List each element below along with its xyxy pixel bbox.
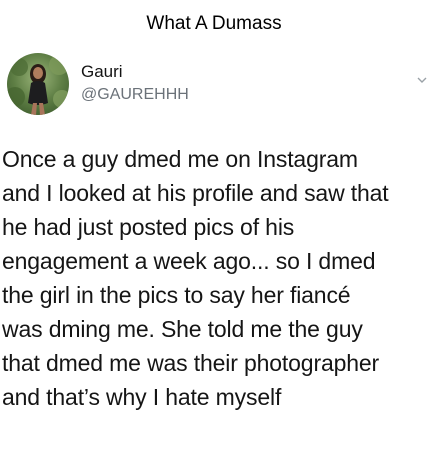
tweet-text-line: he had just posted pics of his xyxy=(2,214,295,240)
tweet-card: Gauri @GAUREHHH Once a guy dmed me on In… xyxy=(0,48,428,457)
tweet-text-line: that dmed me was their photographer xyxy=(2,350,380,376)
meme-caption: What A Dumass xyxy=(146,13,282,34)
tweet-text-line: engagement a week ago... so I dmed xyxy=(2,248,376,274)
tweet-text-line: and that’s why I hate myself xyxy=(2,384,282,410)
tweet-text-line: Once a guy dmed me on Instagram xyxy=(2,146,358,172)
display-name[interactable]: Gauri xyxy=(81,62,189,82)
tweet-text: Once a guy dmed me on Instagram and I lo… xyxy=(2,142,426,414)
tweet-text-line: and I looked at his profile and saw that xyxy=(2,180,389,206)
chevron-down-icon[interactable] xyxy=(417,72,427,83)
avatar-photo xyxy=(7,53,69,115)
user-handle[interactable]: @GAUREHHH xyxy=(81,85,189,105)
avatar[interactable] xyxy=(7,53,69,115)
tweet-author: Gauri @GAUREHHH xyxy=(81,62,189,105)
tweet-text-line: was dming me. She told me the guy xyxy=(2,316,363,342)
tweet-text-line: the girl in the pics to say her fiancé xyxy=(2,282,351,308)
